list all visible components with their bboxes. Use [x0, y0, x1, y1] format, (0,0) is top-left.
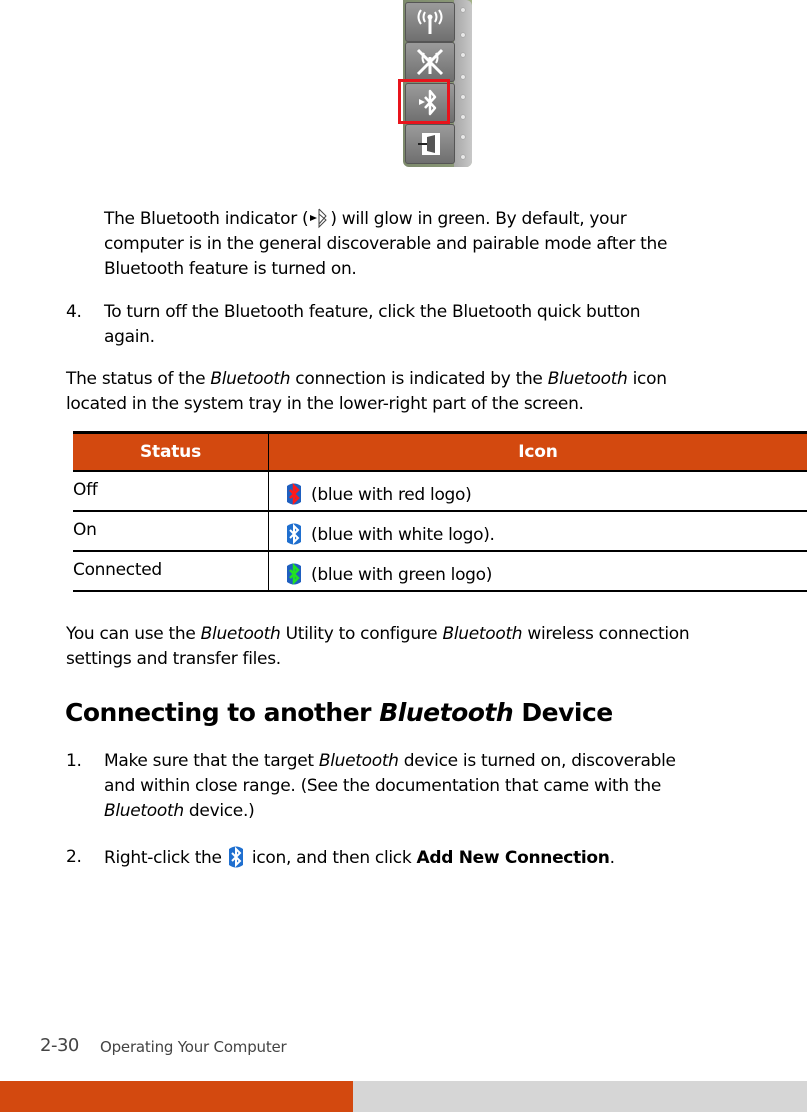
heading-text: Device	[513, 698, 613, 727]
bluetooth-term: Bluetooth	[442, 624, 523, 644]
table-row: Connected (blue with green logo)	[73, 551, 807, 592]
wireless-off-quick-button[interactable]	[405, 42, 455, 82]
text: device is turned on, discoverable	[398, 751, 676, 771]
intro-text: ) will glow in green. By default, your	[330, 209, 627, 229]
utility-paragraph: You can use the Bluetooth Utility to con…	[66, 622, 807, 672]
bluetooth-off-icon	[287, 482, 301, 506]
icon-description: (blue with white logo).	[311, 525, 495, 545]
bluetooth-term: Bluetooth	[318, 751, 399, 771]
text: Right-click the	[104, 848, 227, 868]
status-cell: Connected	[73, 551, 269, 592]
icon-cell: (blue with red logo)	[268, 470, 807, 512]
step-2-number: 2.	[66, 847, 82, 867]
step-4-line: again.	[104, 327, 155, 347]
bluetooth-term: Bluetooth	[547, 369, 628, 389]
step-4-line: To turn off the Bluetooth feature, click…	[104, 302, 641, 322]
step-1-number: 1.	[66, 751, 82, 771]
utility-line: settings and transfer files.	[66, 649, 281, 669]
wireless-disabled-icon	[416, 48, 444, 76]
icon-cell: (blue with green logo)	[268, 551, 807, 592]
bluetooth-on-icon	[287, 523, 301, 545]
intro-line: computer is in the general discoverable …	[104, 234, 668, 254]
bluetooth-indicator-paragraph: The Bluetooth indicator ( ) will glow in …	[104, 207, 804, 282]
section-heading: Connecting to another Bluetooth Device	[65, 698, 613, 727]
bluetooth-term: Bluetooth	[210, 369, 291, 389]
table-row: On (blue with white logo).	[73, 511, 807, 552]
bluetooth-selection-highlight	[398, 79, 450, 124]
table-header-row: Status Icon	[73, 431, 807, 471]
text: connection is indicated by the	[290, 369, 548, 389]
bluetooth-tray-icon	[228, 846, 243, 868]
page-number: 2-30	[40, 1035, 79, 1056]
step-1-text: Make sure that the target Bluetooth devi…	[104, 749, 804, 824]
text: .	[609, 848, 615, 868]
step-4-text: To turn off the Bluetooth feature, click…	[104, 300, 804, 350]
table-row: Off (blue with red logo)	[73, 470, 807, 512]
step-4-number: 4.	[66, 302, 82, 322]
footer-gray-bar	[353, 1081, 807, 1112]
bluetooth-term: Bluetooth	[200, 624, 281, 644]
text: Utility to configure	[280, 624, 443, 644]
footer-accent-bar	[0, 1081, 353, 1112]
heading-text: Connecting to another	[65, 698, 380, 727]
bluetooth-connected-icon	[287, 562, 301, 586]
icon-description: (blue with red logo)	[311, 485, 472, 505]
text: wireless connection	[522, 624, 690, 644]
column-header-icon: Icon	[268, 431, 807, 471]
text: Make sure that the target	[104, 751, 319, 771]
exit-door-icon	[418, 133, 440, 155]
bluetooth-term: Bluetooth	[104, 801, 184, 821]
intro-text: The Bluetooth indicator (	[104, 209, 309, 229]
wireless-quick-button[interactable]	[405, 2, 455, 42]
text: icon	[627, 369, 667, 389]
icon-cell: (blue with white logo).	[268, 511, 807, 552]
step-1-line: and within close range. (See the documen…	[104, 776, 661, 796]
status-paragraph: The status of the Bluetooth connection i…	[66, 367, 806, 417]
bluetooth-status-table: Status Icon Off (blue with red logo) On …	[73, 431, 807, 592]
status-cell: On	[73, 511, 269, 552]
text: device.)	[183, 801, 255, 821]
column-header-status: Status	[73, 431, 269, 471]
icon-description: (blue with green logo)	[311, 565, 493, 585]
bluetooth-indicator-icon	[310, 208, 328, 229]
add-new-connection-label: Add New Connection	[416, 848, 610, 868]
exit-quick-button[interactable]	[405, 124, 455, 164]
intro-line: Bluetooth feature is turned on.	[104, 259, 357, 279]
text: You can use the	[66, 624, 201, 644]
panel-rail	[454, 0, 472, 167]
heading-bluetooth-term: Bluetooth	[379, 698, 514, 727]
text: icon, and then click	[246, 848, 417, 868]
wireless-antenna-icon	[417, 9, 443, 34]
text: The status of the	[66, 369, 211, 389]
step-2-text: Right-click the icon, and then click Add…	[104, 845, 804, 871]
status-cell: Off	[73, 470, 269, 512]
chapter-title: Operating Your Computer	[100, 1038, 287, 1056]
quick-button-panel	[398, 0, 472, 167]
status-line: located in the system tray in the lower-…	[66, 394, 584, 414]
